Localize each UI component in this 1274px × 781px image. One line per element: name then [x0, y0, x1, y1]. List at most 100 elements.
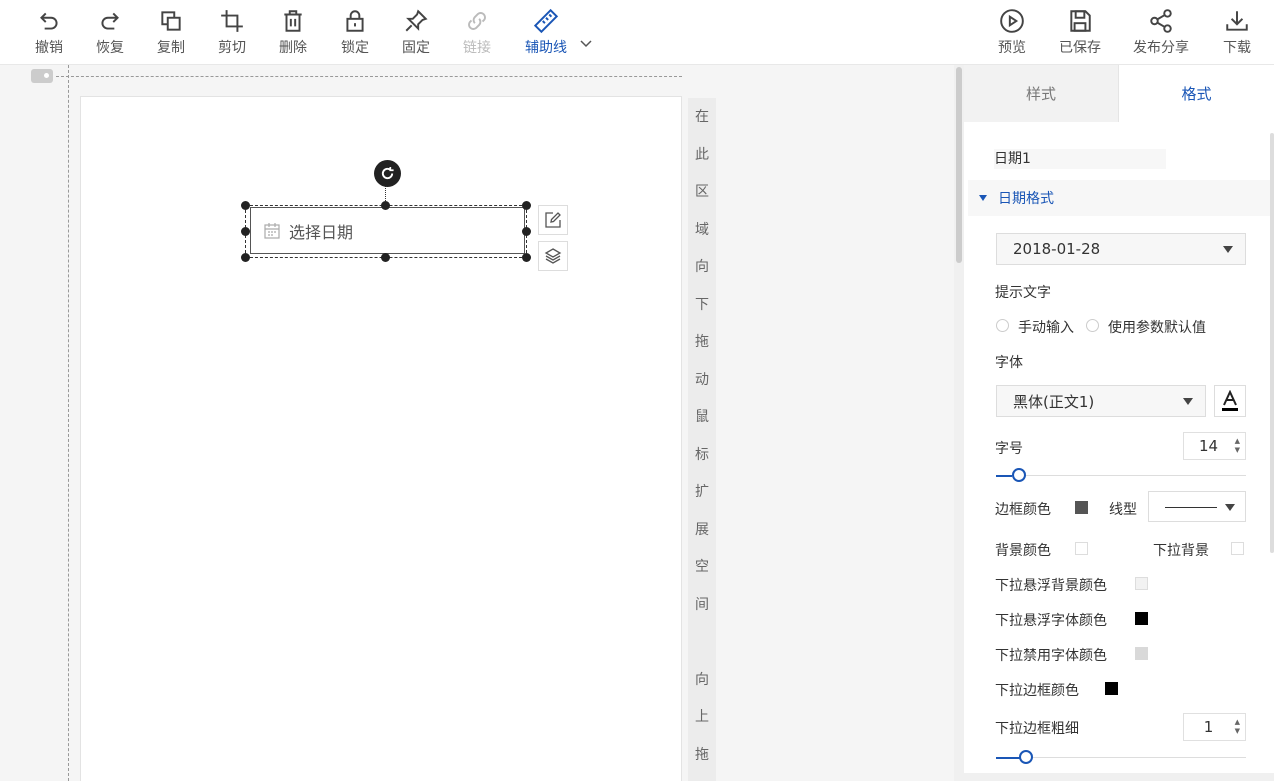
resize-handle-left[interactable] — [241, 227, 250, 236]
design-page[interactable] — [80, 96, 682, 781]
ruler-icon — [533, 8, 559, 34]
redo-label: 恢复 — [96, 40, 124, 56]
download-label: 下载 — [1223, 40, 1251, 56]
line-type-label: 线型 — [1109, 502, 1137, 518]
copy-button[interactable]: 复制 — [143, 8, 199, 60]
redo-icon — [101, 12, 119, 30]
date-format-select[interactable]: 2018-01-28 — [996, 233, 1246, 265]
dropdown-disabled-font-swatch[interactable] — [1135, 647, 1148, 660]
radio-manual-input[interactable] — [996, 319, 1009, 332]
expand-hint-char: 空 — [695, 559, 709, 575]
resize-handle-top-right[interactable] — [522, 201, 531, 210]
radio-param-default-label[interactable]: 使用参数默认值 — [1108, 317, 1206, 337]
line-type-preview — [1165, 507, 1217, 508]
play-icon — [1000, 9, 1024, 33]
drag-up-hint-char: 上 — [695, 709, 709, 725]
dropdown-border-width-stepper[interactable]: 1 ▲ ▼ — [1183, 713, 1246, 741]
lock-button[interactable]: 锁定 — [327, 8, 383, 60]
toolbar: 撤销 恢复 复制 剪切 删除 锁定 固定 链接 辅助线 预览 已保存 发布分享 … — [0, 0, 1274, 65]
undo-label: 撤销 — [35, 40, 63, 56]
undo-button[interactable]: 撤销 — [21, 8, 77, 60]
edit-icon — [545, 212, 561, 228]
dropdown-hover-bg-swatch[interactable] — [1135, 577, 1148, 590]
property-panel: 样式 格式 日期1 日期格式 2018-01-28 提示文字 手动输入 使用参数… — [964, 65, 1274, 781]
rotate-icon — [381, 166, 394, 180]
date-format-section-header[interactable]: 日期格式 — [968, 180, 1270, 216]
resize-handle-top-left[interactable] — [241, 201, 250, 210]
share-button[interactable]: 发布分享 — [1133, 8, 1189, 60]
font-size-stepper[interactable]: 14 ▲ ▼ — [1183, 432, 1246, 460]
expand-hint-char: 向 — [695, 259, 709, 275]
undo-icon — [40, 12, 58, 30]
saved-button[interactable]: 已保存 — [1052, 8, 1108, 60]
bg-color-swatch[interactable] — [1075, 542, 1088, 555]
font-size-slider-track[interactable] — [996, 475, 1246, 476]
calendar-icon — [264, 222, 280, 239]
expand-hint-char: 下 — [695, 297, 709, 313]
redo-button[interactable]: 恢复 — [82, 8, 138, 60]
border-width-slider-track[interactable] — [996, 757, 1246, 758]
preview-button[interactable]: 预览 — [984, 8, 1040, 60]
dropdown-hover-bg-label: 下拉悬浮背景颜色 — [995, 578, 1107, 594]
line-type-select[interactable] — [1148, 491, 1246, 522]
save-icon — [1070, 10, 1091, 32]
dropdown-border-width-label: 下拉边框粗细 — [995, 721, 1079, 737]
date-picker-widget[interactable]: 选择日期 — [250, 207, 525, 254]
expand-hint-char: 展 — [695, 522, 709, 538]
rotate-handle[interactable] — [374, 160, 401, 187]
tab-format[interactable]: 格式 — [1119, 65, 1274, 122]
horizontal-guide-line[interactable] — [56, 76, 682, 77]
widget-name-field[interactable]: 日期1 — [994, 149, 1166, 169]
vertical-guide-line[interactable] — [68, 65, 69, 781]
resize-handle-bottom-left[interactable] — [241, 253, 250, 262]
pin-label: 固定 — [402, 40, 430, 56]
stepper-arrows-icon[interactable]: ▲ ▼ — [1235, 437, 1240, 455]
canvas-scroll-thumb[interactable] — [956, 67, 962, 263]
caret-down-icon — [979, 195, 987, 201]
layers-button[interactable] — [538, 241, 568, 271]
trash-icon — [284, 10, 302, 32]
share-label: 发布分享 — [1133, 40, 1189, 56]
layers-icon — [544, 248, 562, 264]
dropdown-bg-swatch[interactable] — [1231, 542, 1244, 555]
link-button[interactable]: 链接 — [449, 8, 505, 60]
resize-handle-bottom[interactable] — [381, 253, 390, 262]
font-size-slider-thumb[interactable] — [1012, 468, 1026, 482]
delete-label: 删除 — [279, 40, 307, 56]
font-family-select[interactable]: 黑体(正文1) — [996, 385, 1206, 417]
expand-hint-char: 此 — [695, 147, 709, 163]
chevron-down-icon[interactable] — [579, 37, 593, 51]
guides-button[interactable]: 辅助线 — [518, 8, 574, 60]
panel-scrollbar[interactable] — [1270, 133, 1274, 553]
dropdown-arrow-icon — [1183, 398, 1193, 405]
dropdown-border-color-swatch[interactable] — [1105, 682, 1118, 695]
radio-manual-label[interactable]: 手动输入 — [1018, 317, 1074, 337]
download-icon — [1226, 11, 1248, 31]
expand-space-bar[interactable]: 在 此 区 域 向 下 拖 动 鼠 标 扩 展 空 间 向 上 拖 — [688, 98, 716, 781]
edit-widget-button[interactable] — [538, 205, 568, 235]
resize-handle-bottom-right[interactable] — [522, 253, 531, 262]
canvas-scrollbar[interactable] — [954, 65, 964, 781]
tab-style[interactable]: 样式 — [964, 65, 1119, 122]
resize-handle-top[interactable] — [381, 201, 390, 210]
cut-button[interactable]: 剪切 — [204, 8, 260, 60]
resize-handle-right[interactable] — [522, 227, 531, 236]
pin-button[interactable]: 固定 — [388, 8, 444, 60]
stepper-arrows-icon[interactable]: ▲ ▼ — [1235, 718, 1240, 736]
dropdown-hover-font-swatch[interactable] — [1135, 612, 1148, 625]
delete-button[interactable]: 删除 — [265, 8, 321, 60]
font-size-value: 14 — [1198, 437, 1219, 455]
font-color-button[interactable] — [1214, 385, 1246, 417]
border-width-slider-thumb[interactable] — [1019, 750, 1033, 764]
canvas-area[interactable]: 在 此 区 域 向 下 拖 动 鼠 标 扩 展 空 间 向 上 拖 选择日期 — [0, 65, 954, 781]
dropdown-border-width-value: 1 — [1203, 718, 1214, 736]
expand-hint-char: 在 — [695, 109, 709, 125]
guide-tag-icon[interactable] — [31, 69, 53, 83]
radio-param-default[interactable] — [1086, 319, 1099, 332]
link-icon — [468, 12, 486, 30]
download-button[interactable]: 下载 — [1209, 8, 1265, 60]
dropdown-border-color-label: 下拉边框颜色 — [995, 683, 1079, 699]
border-color-swatch[interactable] — [1075, 501, 1088, 514]
lock-label: 锁定 — [341, 40, 369, 56]
panel-tabs: 样式 格式 — [964, 65, 1274, 122]
